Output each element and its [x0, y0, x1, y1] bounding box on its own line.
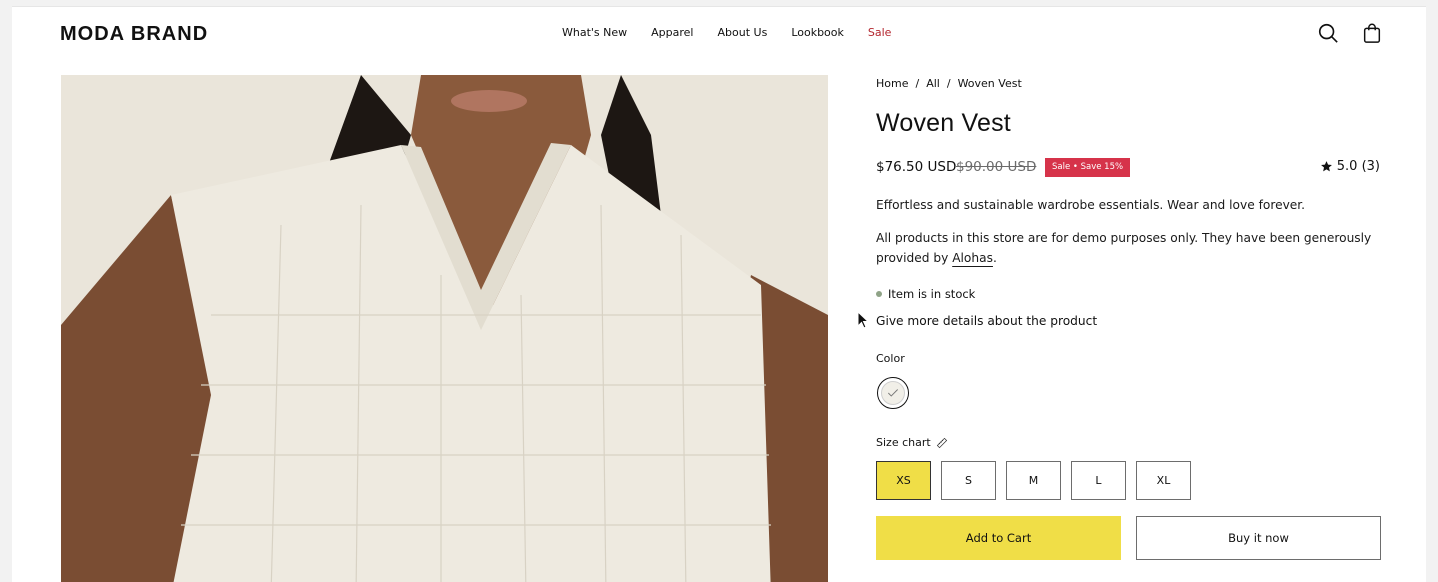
- demo-note: All products in this store are for demo …: [876, 228, 1380, 268]
- product-description: Effortless and sustainable wardrobe esse…: [876, 198, 1306, 212]
- search-icon[interactable]: [1317, 22, 1339, 44]
- breadcrumb-separator: /: [915, 77, 920, 90]
- ruler-icon: [936, 437, 947, 448]
- color-label: Color: [876, 352, 905, 365]
- star-icon: [1320, 161, 1332, 172]
- price-row: $76.50 USD $90.00 USD Sale • Save 15% 5.…: [876, 158, 1380, 180]
- nav-item-apparel[interactable]: Apparel: [651, 26, 693, 39]
- swatch-fill: [881, 381, 905, 405]
- size-option-l[interactable]: L: [1071, 461, 1126, 500]
- main-nav: What's New Apparel About Us Lookbook Sal…: [562, 26, 891, 39]
- buy-now-button[interactable]: Buy it now: [1136, 516, 1381, 560]
- mouse-cursor-icon: [857, 311, 869, 329]
- page-frame: MODA BRAND What's New Apparel About Us L…: [12, 6, 1426, 582]
- nav-item-sale[interactable]: Sale: [868, 26, 892, 39]
- brand-logo[interactable]: MODA BRAND: [60, 23, 208, 46]
- breadcrumb-all[interactable]: All: [926, 77, 940, 90]
- size-chart-label: Size chart: [876, 436, 931, 449]
- color-swatch-cream[interactable]: [877, 377, 909, 409]
- sale-price: $76.50 USD: [876, 159, 957, 175]
- rating[interactable]: 5.0 (3): [1320, 159, 1380, 174]
- breadcrumb-home[interactable]: Home: [876, 77, 908, 90]
- size-option-m[interactable]: M: [1006, 461, 1061, 500]
- breadcrumb-separator: /: [946, 77, 951, 90]
- nav-item-whats-new[interactable]: What's New: [562, 26, 627, 39]
- stock-text: Item is in stock: [888, 287, 976, 301]
- nav-item-about-us[interactable]: About Us: [718, 26, 768, 39]
- stock-status: Item is in stock: [876, 287, 975, 301]
- size-chart-link[interactable]: Size chart: [876, 436, 948, 449]
- breadcrumb-current: Woven Vest: [957, 77, 1022, 90]
- product-title: Woven Vest: [876, 109, 1011, 137]
- shopping-bag-icon[interactable]: [1361, 22, 1383, 44]
- size-option-xl[interactable]: XL: [1136, 461, 1191, 500]
- add-to-cart-button[interactable]: Add to Cart: [876, 516, 1121, 560]
- breadcrumb: Home / All / Woven Vest: [876, 77, 1022, 90]
- demo-note-text: All products in this store are for demo …: [876, 231, 1372, 265]
- size-option-s[interactable]: S: [941, 461, 996, 500]
- stock-dot-icon: [876, 291, 882, 297]
- size-selector: XS S M L XL: [876, 461, 1191, 500]
- alohas-link[interactable]: Alohas: [952, 251, 993, 265]
- product-image[interactable]: [61, 75, 828, 582]
- check-icon: [888, 389, 898, 397]
- sale-badge: Sale • Save 15%: [1045, 158, 1131, 177]
- rating-value: 5.0 (3): [1336, 159, 1380, 174]
- demo-note-end: .: [992, 251, 997, 265]
- compare-price: $90.00 USD: [956, 159, 1037, 175]
- size-option-xs[interactable]: XS: [876, 461, 931, 500]
- nav-item-lookbook[interactable]: Lookbook: [791, 26, 844, 39]
- product-details-toggle[interactable]: Give more details about the product: [876, 314, 1097, 328]
